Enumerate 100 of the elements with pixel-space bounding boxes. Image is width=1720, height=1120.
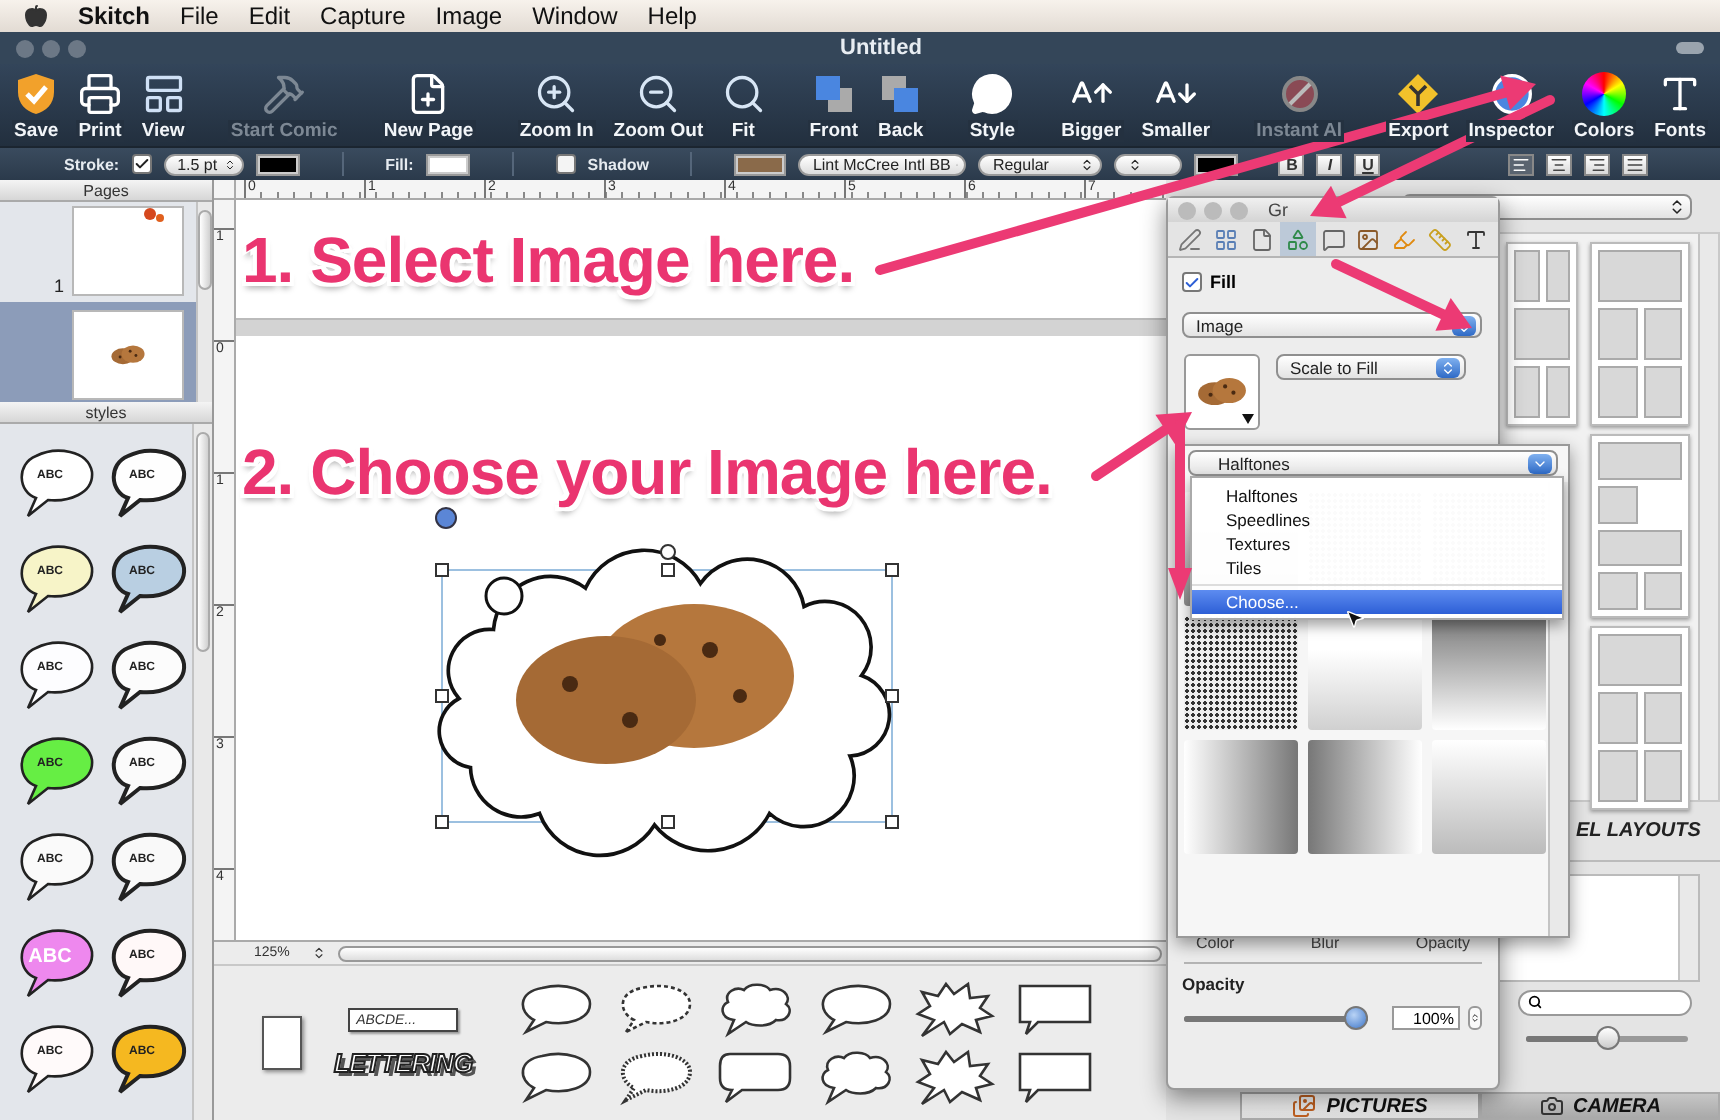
grid-icon bbox=[1213, 227, 1238, 251]
panel-tab[interactable]: CAMERA bbox=[1480, 1092, 1720, 1120]
toolbar-button[interactable]: Save bbox=[8, 64, 65, 146]
selection-handle[interactable] bbox=[885, 563, 899, 577]
stroke-width-stepper[interactable]: 1.5 pt bbox=[163, 153, 244, 175]
page-thumbnail[interactable] bbox=[72, 206, 184, 296]
fill-color-well[interactable] bbox=[425, 153, 470, 175]
menu-item[interactable]: Textures bbox=[1192, 532, 1562, 556]
font-size-select[interactable] bbox=[1114, 153, 1183, 175]
selection-handle[interactable] bbox=[435, 815, 449, 829]
window-title: Untitled bbox=[838, 36, 924, 60]
toolbar-button[interactable]: Colors bbox=[1568, 64, 1641, 146]
image-well[interactable] bbox=[734, 153, 787, 175]
menu-item[interactable]: Window bbox=[532, 2, 618, 30]
toolbar-button[interactable]: Zoom In bbox=[513, 64, 600, 146]
checkbox[interactable] bbox=[555, 154, 576, 174]
layout-thumbnail[interactable] bbox=[1590, 434, 1690, 618]
halftone-swatch[interactable] bbox=[1432, 616, 1546, 730]
zoom-out-icon bbox=[636, 72, 681, 116]
checkbox[interactable] bbox=[1182, 272, 1202, 292]
printer-icon bbox=[78, 72, 122, 116]
page-row[interactable]: 1 bbox=[0, 202, 196, 302]
opacity-label: Opacity bbox=[1182, 974, 1247, 994]
panel-tab[interactable]: PICTURES bbox=[1240, 1092, 1480, 1120]
align-button[interactable] bbox=[1508, 153, 1535, 175]
halftone-swatch[interactable] bbox=[1184, 740, 1298, 854]
toolbar-button[interactable]: Export bbox=[1382, 64, 1455, 146]
toolbar-button[interactable]: View bbox=[135, 64, 191, 146]
updown-arrows-icon bbox=[1440, 359, 1456, 375]
halftone-swatch[interactable] bbox=[1432, 740, 1546, 854]
dropdown-triangle-icon bbox=[1242, 414, 1254, 424]
rotation-handle[interactable] bbox=[435, 507, 457, 529]
thought-circle bbox=[484, 576, 524, 616]
check-icon bbox=[133, 156, 150, 172]
align-button[interactable] bbox=[1584, 153, 1611, 175]
shield-check-icon bbox=[14, 72, 59, 116]
text-style-button[interactable]: U bbox=[1354, 153, 1381, 175]
pattern-set-select[interactable]: Halftones bbox=[1188, 450, 1558, 476]
menu-item[interactable]: Image bbox=[435, 2, 503, 30]
fill-label: Fill bbox=[1210, 272, 1236, 292]
checkbox[interactable] bbox=[131, 154, 152, 174]
menu-item[interactable]: Halftones bbox=[1192, 484, 1562, 508]
pages-header: Pages bbox=[0, 180, 212, 202]
front-squares-icon bbox=[811, 72, 856, 116]
menu-item[interactable]: Capture bbox=[320, 2, 406, 30]
font-style-select[interactable]: Regular bbox=[978, 153, 1103, 175]
apple-icon[interactable] bbox=[24, 4, 48, 28]
align-left-icon bbox=[1512, 155, 1531, 173]
slider-thumb[interactable] bbox=[1595, 1025, 1619, 1049]
image-well[interactable] bbox=[1184, 354, 1260, 430]
selection-handle[interactable] bbox=[661, 815, 675, 829]
menu-item[interactable]: Skitch bbox=[78, 2, 151, 30]
menu-item[interactable]: File bbox=[180, 2, 219, 30]
search-field[interactable] bbox=[1518, 989, 1692, 1015]
align-button[interactable] bbox=[1622, 153, 1649, 175]
layout-thumbnail[interactable] bbox=[1590, 626, 1690, 810]
toolbar-button[interactable]: Front bbox=[803, 64, 864, 146]
align-button[interactable] bbox=[1546, 153, 1573, 175]
page-shape[interactable] bbox=[262, 1016, 302, 1070]
scaling-select[interactable]: Scale to Fill bbox=[1276, 354, 1466, 380]
halftone-swatch[interactable] bbox=[1308, 616, 1422, 730]
toolbar-button[interactable]: Style bbox=[963, 64, 1022, 146]
menu-item[interactable]: Speedlines bbox=[1192, 508, 1562, 532]
selection-handle[interactable] bbox=[885, 815, 899, 829]
slider-thumb[interactable] bbox=[1344, 1005, 1368, 1029]
window-layout-icon bbox=[141, 72, 186, 116]
halftone-swatch[interactable] bbox=[1308, 740, 1422, 854]
window-pill-button[interactable] bbox=[1676, 42, 1704, 54]
fill-type-select[interactable]: Image bbox=[1182, 312, 1482, 338]
check-icon bbox=[1184, 273, 1200, 291]
stroke-color-well[interactable] bbox=[255, 153, 300, 175]
layout-thumbnail[interactable] bbox=[1506, 242, 1578, 426]
toolbar-button[interactable]: Fit bbox=[717, 64, 770, 146]
page-row[interactable] bbox=[0, 302, 196, 402]
menu-item[interactable]: Edit bbox=[248, 2, 291, 30]
stepper[interactable] bbox=[1468, 1006, 1482, 1030]
toolbar-button[interactable]: Bigger bbox=[1055, 64, 1128, 146]
toolbar-button[interactable]: Zoom Out bbox=[607, 64, 710, 146]
selection-handle[interactable] bbox=[435, 689, 449, 703]
opacity-field[interactable]: 100% bbox=[1392, 1006, 1460, 1030]
control-handle[interactable] bbox=[660, 544, 676, 560]
selection-handle[interactable] bbox=[435, 563, 449, 577]
selection-handle[interactable] bbox=[661, 563, 675, 577]
font-select[interactable]: Lint McCree Intl BB bbox=[798, 153, 967, 175]
menu-item[interactable]: Choose... bbox=[1192, 590, 1562, 614]
menu-item[interactable]: Tiles bbox=[1192, 556, 1562, 580]
selection-handle[interactable] bbox=[885, 689, 899, 703]
toolbar-button[interactable]: New Page bbox=[377, 64, 480, 146]
hammer-icon bbox=[262, 72, 307, 116]
menu-item[interactable]: Help bbox=[647, 2, 697, 30]
toolbar-button[interactable]: Smaller bbox=[1135, 64, 1217, 146]
magnifier-icon bbox=[721, 72, 766, 116]
text-style-button[interactable]: I bbox=[1316, 153, 1343, 175]
toolbar-button[interactable]: Print bbox=[72, 64, 128, 146]
halftone-swatch[interactable] bbox=[1184, 616, 1298, 730]
toolbar-button[interactable]: Fonts bbox=[1648, 64, 1712, 146]
layout-thumbnail[interactable] bbox=[1590, 242, 1690, 426]
annotation-text: 1. Select Image here. bbox=[242, 224, 855, 298]
page-thumbnail[interactable] bbox=[72, 310, 184, 400]
toolbar-button[interactable]: Back bbox=[872, 64, 930, 146]
